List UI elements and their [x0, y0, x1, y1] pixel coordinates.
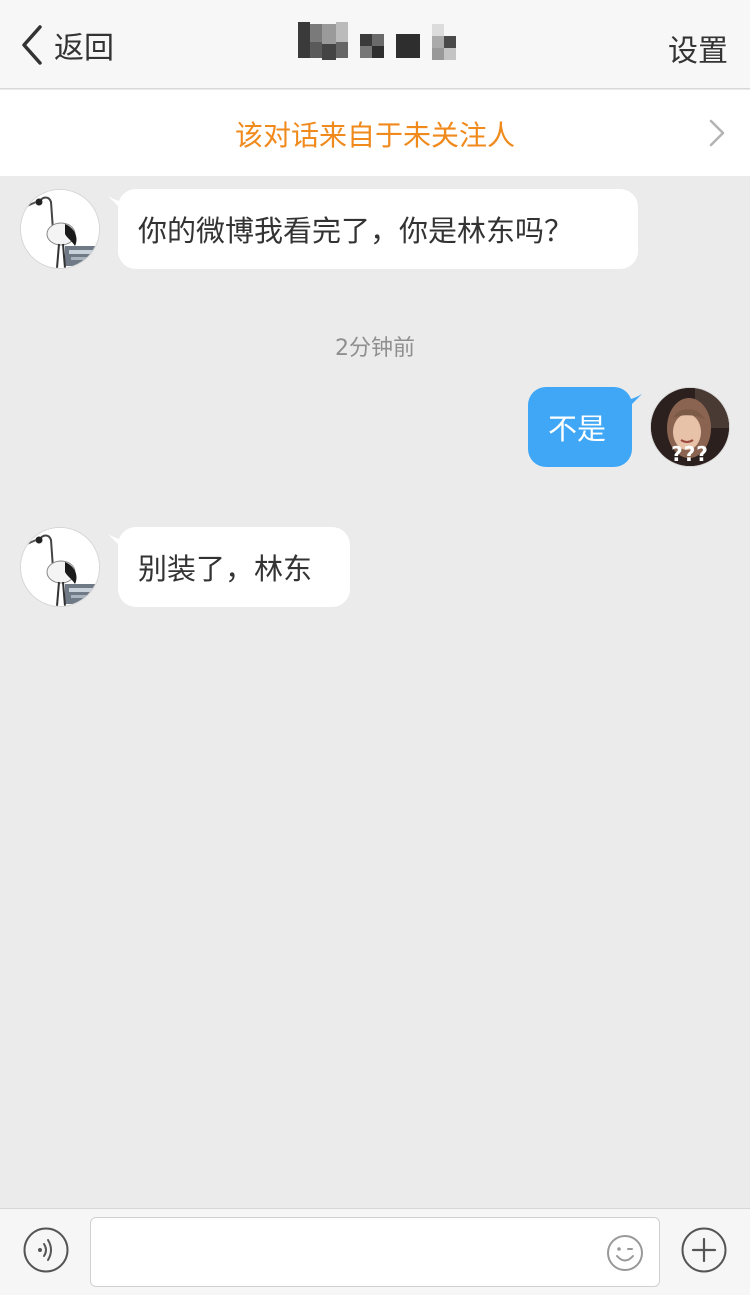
banner-text: 该对话来自于未关注人 — [234, 119, 515, 152]
back-button[interactable]: 返回 — [18, 22, 114, 68]
crane-image — [21, 190, 99, 268]
chevron-left-icon — [22, 25, 42, 65]
emoji-icon[interactable] — [606, 1234, 644, 1272]
avatar-overlay-text: ??? — [671, 442, 709, 466]
unfollowed-notice-banner[interactable]: 该对话来自于未关注人 — [0, 90, 750, 176]
crane-avatar[interactable] — [20, 189, 100, 269]
message-input[interactable] — [90, 1217, 660, 1287]
user-avatar[interactable]: ??? — [650, 387, 730, 467]
settings-button[interactable]: 设置 — [668, 26, 728, 70]
voice-icon[interactable] — [23, 1227, 69, 1273]
message-input-bar — [0, 1208, 750, 1295]
crane-avatar[interactable] — [20, 527, 100, 607]
back-label: 返回 — [54, 31, 114, 66]
message-bubble-incoming[interactable]: 你的微博我看完了，你是林东吗？ — [118, 189, 638, 269]
pixelated-title — [298, 22, 460, 64]
crane-image — [21, 528, 99, 606]
navigation-bar: 返回 设置 — [0, 0, 750, 89]
chat-screen: 返回 设置 该对话来自于未关注人 你的微博我看完了，你是林东吗？ 2分钟前 不是… — [0, 0, 750, 1295]
plus-icon[interactable] — [681, 1227, 727, 1273]
chevron-right-icon — [709, 119, 725, 147]
message-bubble-incoming[interactable]: 别装了，林东 — [118, 527, 350, 607]
message-timestamp: 2分钟前 — [335, 336, 415, 361]
message-bubble-outgoing[interactable]: 不是 — [528, 387, 632, 467]
